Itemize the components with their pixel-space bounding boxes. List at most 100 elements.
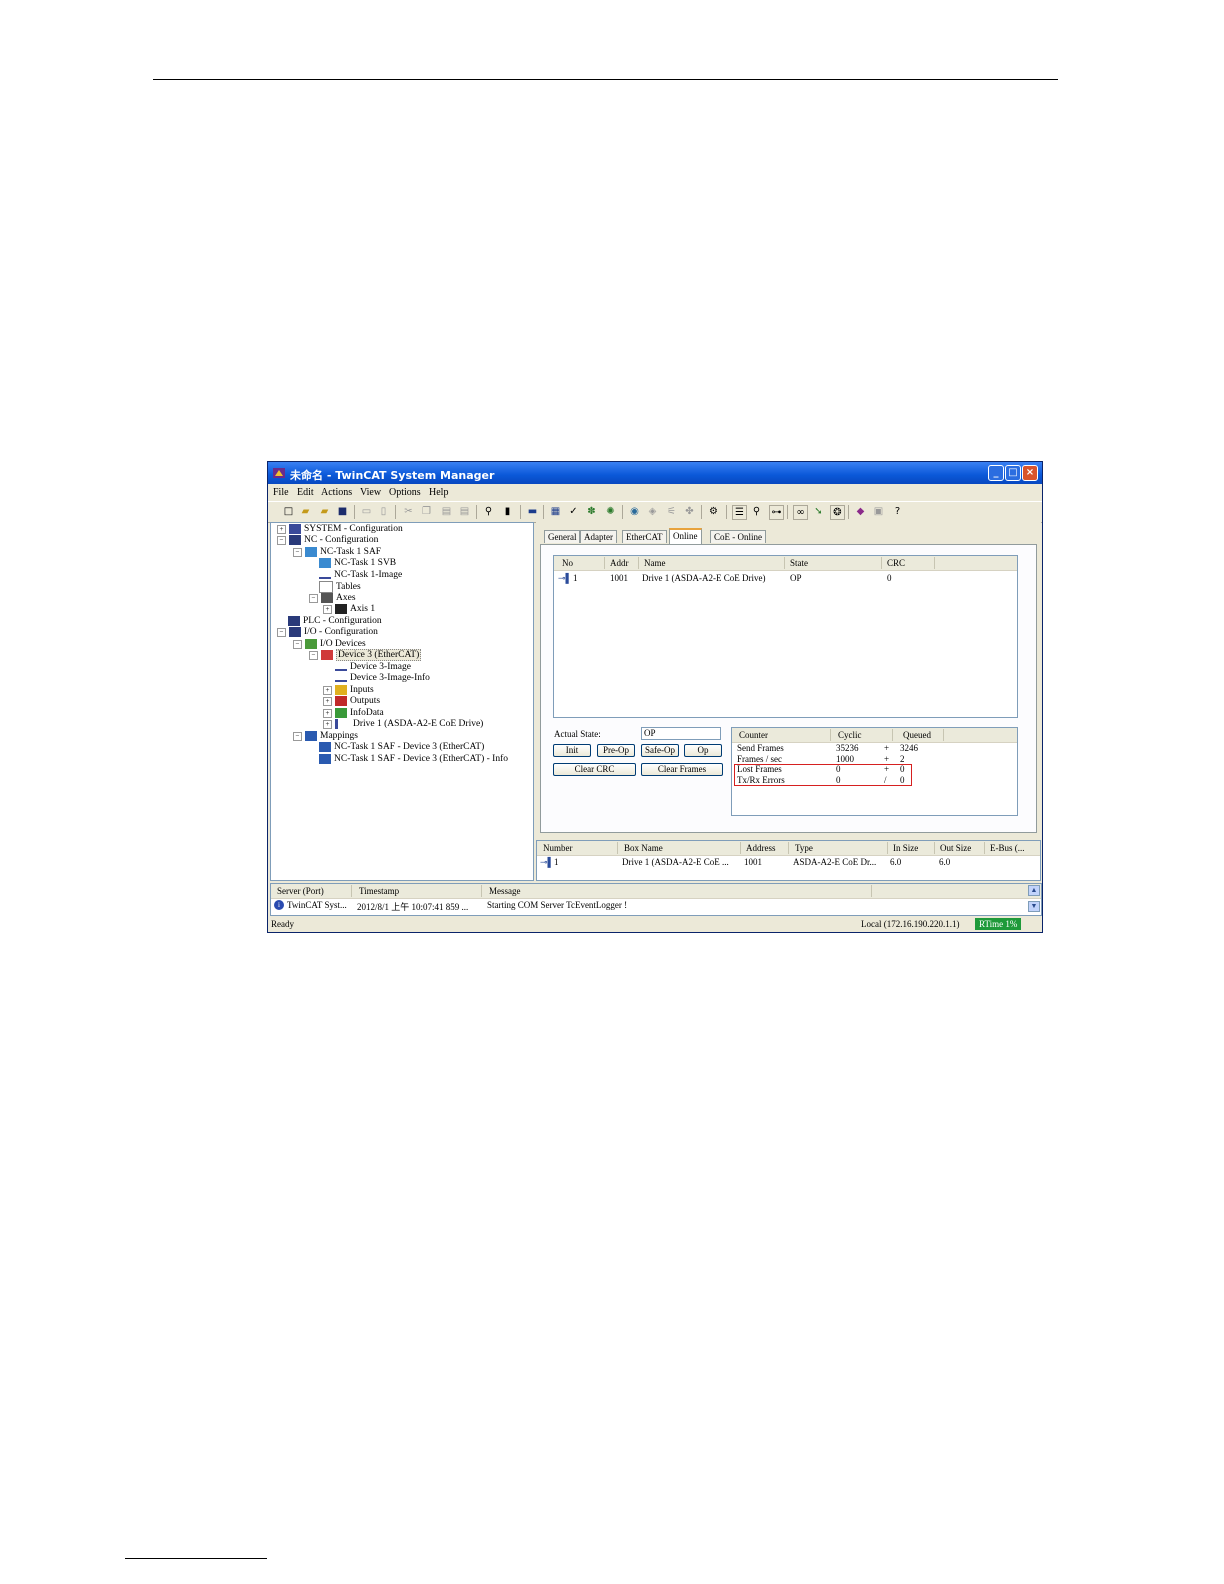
safeop-button[interactable]: Safe-Op: [641, 744, 679, 757]
menu-actions[interactable]: Actions: [321, 487, 352, 498]
find-next-icon[interactable]: ▮: [501, 505, 514, 518]
tree-item-nc-task-saf[interactable]: − NC-Task 1 SAF: [293, 547, 381, 558]
menu-view[interactable]: View: [360, 487, 381, 498]
help-icon[interactable]: ?: [891, 505, 904, 518]
tree-item-drive-1[interactable]: + Drive 1 (ASDA-A2-E CoE Drive): [323, 719, 483, 730]
check-configuration-icon[interactable]: ✓: [567, 505, 580, 518]
tree-item-plc[interactable]: PLC - Configuration: [288, 616, 382, 627]
clear-frames-button[interactable]: Clear Frames: [641, 763, 723, 776]
print-icon[interactable]: ▭: [360, 505, 373, 518]
tree-item-mappings[interactable]: − Mappings: [293, 731, 358, 742]
paste-icon[interactable]: ▤: [440, 505, 453, 518]
tree-item-nc[interactable]: − NC - Configuration: [277, 535, 378, 546]
scan-icon[interactable]: ⚟: [665, 505, 678, 518]
column-in-size[interactable]: In Size: [893, 843, 918, 853]
column-box-name[interactable]: Box Name: [624, 843, 663, 853]
restart-icon[interactable]: ◉: [628, 505, 641, 518]
scroll-down-icon[interactable]: ▼: [1028, 901, 1040, 912]
title-bar[interactable]: 未命名 - TwinCAT System Manager _ □ ×: [268, 462, 1042, 484]
copy-icon[interactable]: ❐: [420, 505, 433, 518]
column-crc[interactable]: CRC: [887, 558, 905, 568]
maximize-button[interactable]: □: [1005, 465, 1021, 481]
column-number[interactable]: Number: [543, 843, 573, 853]
column-timestamp[interactable]: Timestamp: [359, 886, 399, 896]
tree-item-outputs[interactable]: + Outputs: [323, 696, 380, 707]
column-addr[interactable]: Addr: [610, 558, 629, 568]
preop-button[interactable]: Pre-Op: [597, 744, 635, 757]
column-address[interactable]: Address: [746, 843, 776, 853]
zoom-icon[interactable]: ⚲: [750, 505, 763, 518]
init-button[interactable]: Init: [553, 744, 591, 757]
print-preview-icon[interactable]: ▯: [377, 505, 390, 518]
goggles-icon[interactable]: ∞: [793, 505, 808, 520]
cursor-icon[interactable]: ➘: [812, 505, 825, 518]
column-type[interactable]: Type: [795, 843, 813, 853]
tree-item-axes[interactable]: − Axes: [309, 593, 356, 604]
actual-state-label: Actual State:: [554, 729, 601, 739]
add-icon[interactable]: ✤: [683, 505, 696, 518]
menu-file[interactable]: File: [273, 487, 289, 498]
set-run-mode-icon[interactable]: ✺: [604, 505, 617, 518]
show-online-icon[interactable]: ☰: [732, 505, 747, 520]
op-button[interactable]: Op: [684, 744, 722, 757]
target-system-icon[interactable]: ▬: [526, 505, 539, 518]
tab-online[interactable]: Online: [669, 528, 702, 544]
tree-item-device-3-image[interactable]: Device 3-Image: [335, 662, 411, 673]
network-icon[interactable]: ⊶: [769, 505, 784, 520]
paste-special-icon[interactable]: ▤: [458, 505, 471, 518]
column-server-port[interactable]: Server (Port): [277, 886, 324, 896]
tree-item-mapping-2[interactable]: NC-Task 1 SAF - Device 3 (EtherCAT) - In…: [319, 754, 508, 765]
frame-counter-list[interactable]: Counter Cyclic Queued Send Frames 35236 …: [731, 727, 1018, 816]
column-out-size[interactable]: Out Size: [940, 843, 971, 853]
column-counter[interactable]: Counter: [739, 730, 768, 740]
tree-item-tables[interactable]: Tables: [319, 581, 361, 593]
activate-configuration-icon[interactable]: ✽: [585, 505, 598, 518]
help-context-icon[interactable]: ▣: [872, 505, 885, 518]
generate-mappings-icon[interactable]: ▦: [549, 505, 562, 518]
column-name[interactable]: Name: [644, 558, 666, 568]
configuration-tree[interactable]: + SYSTEM - Configuration − NC - Configurat…: [270, 522, 534, 881]
tree-item-nc-task-svb[interactable]: NC-Task 1 SVB: [319, 558, 396, 569]
tab-adapter[interactable]: Adapter: [580, 530, 617, 543]
config-mode-icon[interactable]: ◈: [646, 505, 659, 518]
tab-ethercat[interactable]: EtherCAT: [622, 530, 667, 543]
column-no[interactable]: No: [562, 558, 573, 568]
tree-item-io[interactable]: − I/O - Configuration: [277, 627, 378, 638]
tab-coe-online[interactable]: CoE - Online: [710, 530, 766, 543]
column-ebus[interactable]: E-Bus (...: [990, 843, 1025, 853]
new-icon[interactable]: □: [282, 505, 295, 518]
tree-item-axis-1[interactable]: + Axis 1: [323, 604, 375, 615]
cut-icon[interactable]: ✂: [402, 505, 415, 518]
slave-list[interactable]: No Addr Name State CRC ⊸▌ 1 1001 Drive 1…: [553, 555, 1018, 718]
books-icon[interactable]: ◆: [854, 505, 867, 518]
clear-crc-button[interactable]: Clear CRC: [553, 763, 636, 776]
tree-item-device-3[interactable]: − Device 3 (EtherCAT): [309, 649, 422, 662]
column-message[interactable]: Message: [489, 886, 521, 896]
column-queued[interactable]: Queued: [903, 730, 931, 740]
menu-edit[interactable]: Edit: [297, 487, 314, 498]
menu-options[interactable]: Options: [389, 487, 421, 498]
close-button[interactable]: ×: [1022, 465, 1038, 481]
slave-list-header: No Addr Name State CRC: [554, 556, 1017, 571]
info-icon: i: [274, 900, 284, 910]
tree-item-system[interactable]: + SYSTEM - Configuration: [277, 524, 403, 535]
box-list[interactable]: Number Box Name Address Type In Size Out…: [536, 840, 1041, 881]
save-icon[interactable]: ■: [336, 505, 349, 518]
find-icon[interactable]: ⚲: [482, 505, 495, 518]
tree-item-nc-task-image[interactable]: NC-Task 1-Image: [319, 570, 402, 581]
menu-help[interactable]: Help: [429, 487, 448, 498]
open-folder-icon[interactable]: ▰: [318, 505, 331, 518]
tree-item-inputs[interactable]: + Inputs: [323, 685, 374, 696]
tree-item-mapping-1[interactable]: NC-Task 1 SAF - Device 3 (EtherCAT): [319, 742, 484, 753]
column-cyclic[interactable]: Cyclic: [838, 730, 862, 740]
column-state[interactable]: State: [790, 558, 808, 568]
event-log[interactable]: Server (Port) Timestamp Message i TwinCA…: [270, 883, 1042, 916]
tree-item-infodata[interactable]: + InfoData: [323, 708, 384, 719]
tab-general[interactable]: General: [544, 530, 581, 543]
scroll-up-icon[interactable]: ▲: [1028, 885, 1040, 896]
open-icon[interactable]: ▰: [299, 505, 312, 518]
minimize-button[interactable]: _: [988, 465, 1004, 481]
speech-icon[interactable]: ❂: [830, 505, 845, 520]
tree-item-device-3-image-info[interactable]: Device 3-Image-Info: [335, 673, 430, 684]
toggle-free-run-icon[interactable]: ⚙: [707, 505, 720, 518]
